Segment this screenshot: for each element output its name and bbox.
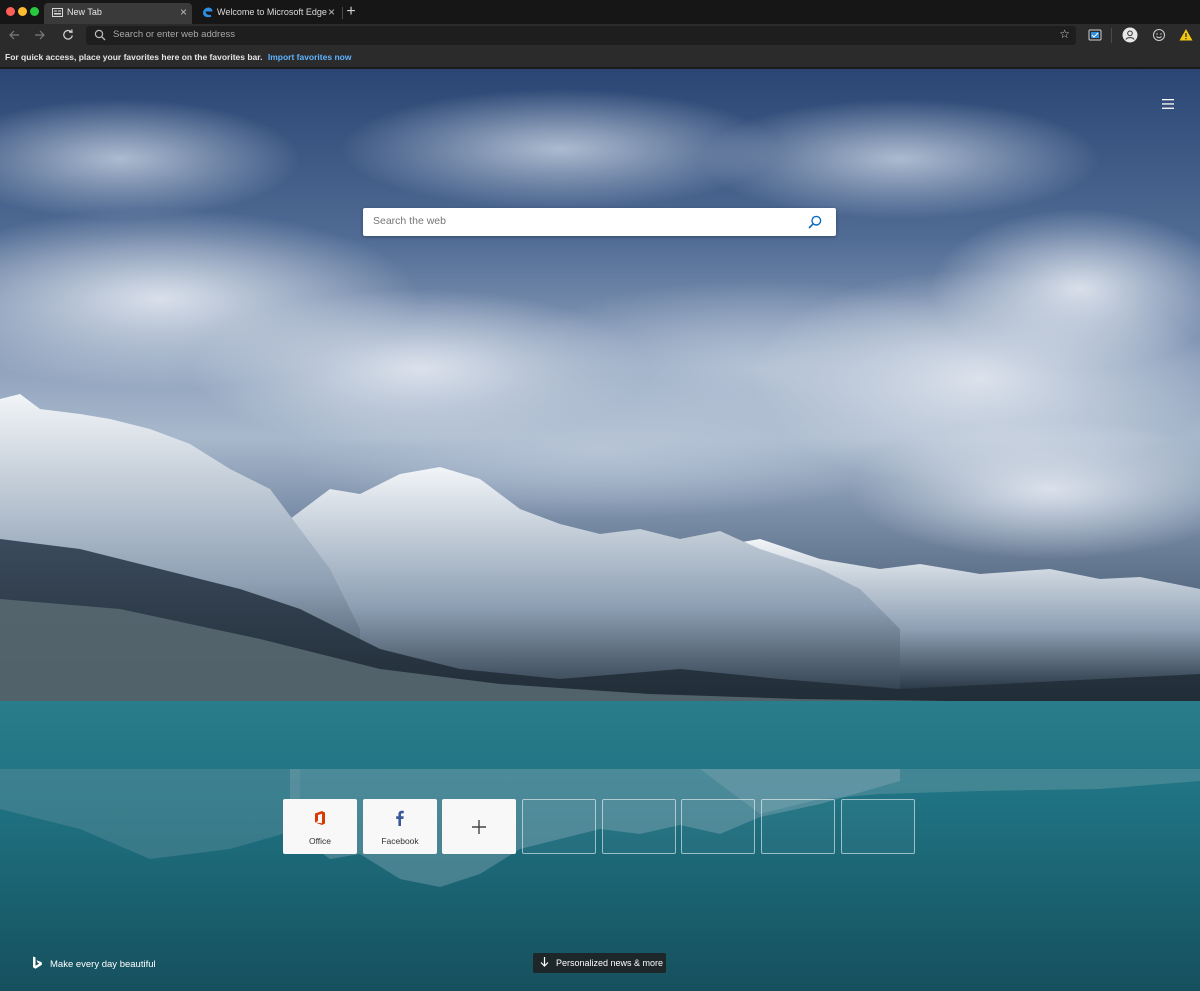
edge-logo-icon [203,7,213,18]
quick-link-facebook[interactable]: Facebook [363,799,437,854]
forward-button[interactable] [30,26,50,45]
down-arrow-icon [540,957,549,967]
image-tagline[interactable]: Make every day beautiful [50,959,156,970]
quick-link-label: Office [308,836,332,846]
office-icon [315,811,325,825]
refresh-button[interactable] [58,26,78,45]
favorites-bar: For quick access, place your favorites h… [0,47,1200,68]
address-placeholder: Search or enter web address [113,29,235,40]
address-bar[interactable]: Search or enter web address ☆ [86,26,1076,45]
tab-welcome[interactable]: Welcome to Microsoft Edge Ca × [194,3,340,24]
close-tab-icon[interactable]: × [328,5,335,19]
new-tab-page: Office Facebook Make every day beautiful… [0,69,1200,991]
empty-quick-link-slot [841,799,915,854]
refresh-icon [63,29,73,40]
page-settings-menu-icon[interactable] [1158,96,1178,112]
tab-title: Welcome to Microsoft Edge Ca [217,7,327,17]
tab-title: New Tab [67,7,102,17]
empty-quick-link-slot [602,799,676,854]
tab-strip: New Tab × Welcome to Microsoft Edge Ca ×… [0,0,1200,24]
close-tab-icon[interactable]: × [180,5,187,19]
forward-arrow-icon [35,30,45,40]
profile-icon[interactable] [1122,27,1138,43]
warning-icon[interactable] [1178,27,1194,43]
smiley-icon[interactable] [1151,27,1167,43]
plus-icon [472,820,486,834]
favorites-hint-text: For quick access, place your favorites h… [5,52,263,62]
empty-quick-link-slot [522,799,596,854]
empty-quick-link-slot [761,799,835,854]
web-search-input[interactable] [373,215,773,227]
quick-link-office[interactable]: Office [283,799,357,854]
tab-divider [342,7,343,19]
search-icon [94,29,106,41]
quick-link-label: Facebook [381,836,419,846]
window-close-button[interactable] [6,7,15,16]
window-minimize-button[interactable] [18,7,27,16]
tab-new-tab[interactable]: New Tab × [44,3,192,24]
empty-quick-link-slot [681,799,755,854]
favorites-bar-message: For quick access, place your favorites h… [5,52,351,62]
personalized-news-button[interactable]: Personalized news & more [533,953,666,973]
toolbar-divider [1111,28,1112,43]
import-favorites-link[interactable]: Import favorites now [268,52,352,62]
window-maximize-button[interactable] [30,7,39,16]
bing-logo-icon[interactable] [32,956,43,970]
new-tab-button[interactable]: + [344,3,358,21]
star-icon[interactable]: ☆ [1059,27,1070,41]
add-quick-link-button[interactable] [442,799,516,854]
toolbar: Search or enter web address ☆ [0,24,1200,47]
web-search-box[interactable] [363,208,836,236]
back-arrow-icon [9,30,19,40]
personalized-news-label: Personalized news & more [556,958,664,968]
facebook-icon [396,810,404,826]
new-tab-page-icon [52,8,63,17]
back-button[interactable] [4,26,24,45]
search-icon[interactable] [808,215,822,229]
collections-icon[interactable] [1087,27,1103,43]
